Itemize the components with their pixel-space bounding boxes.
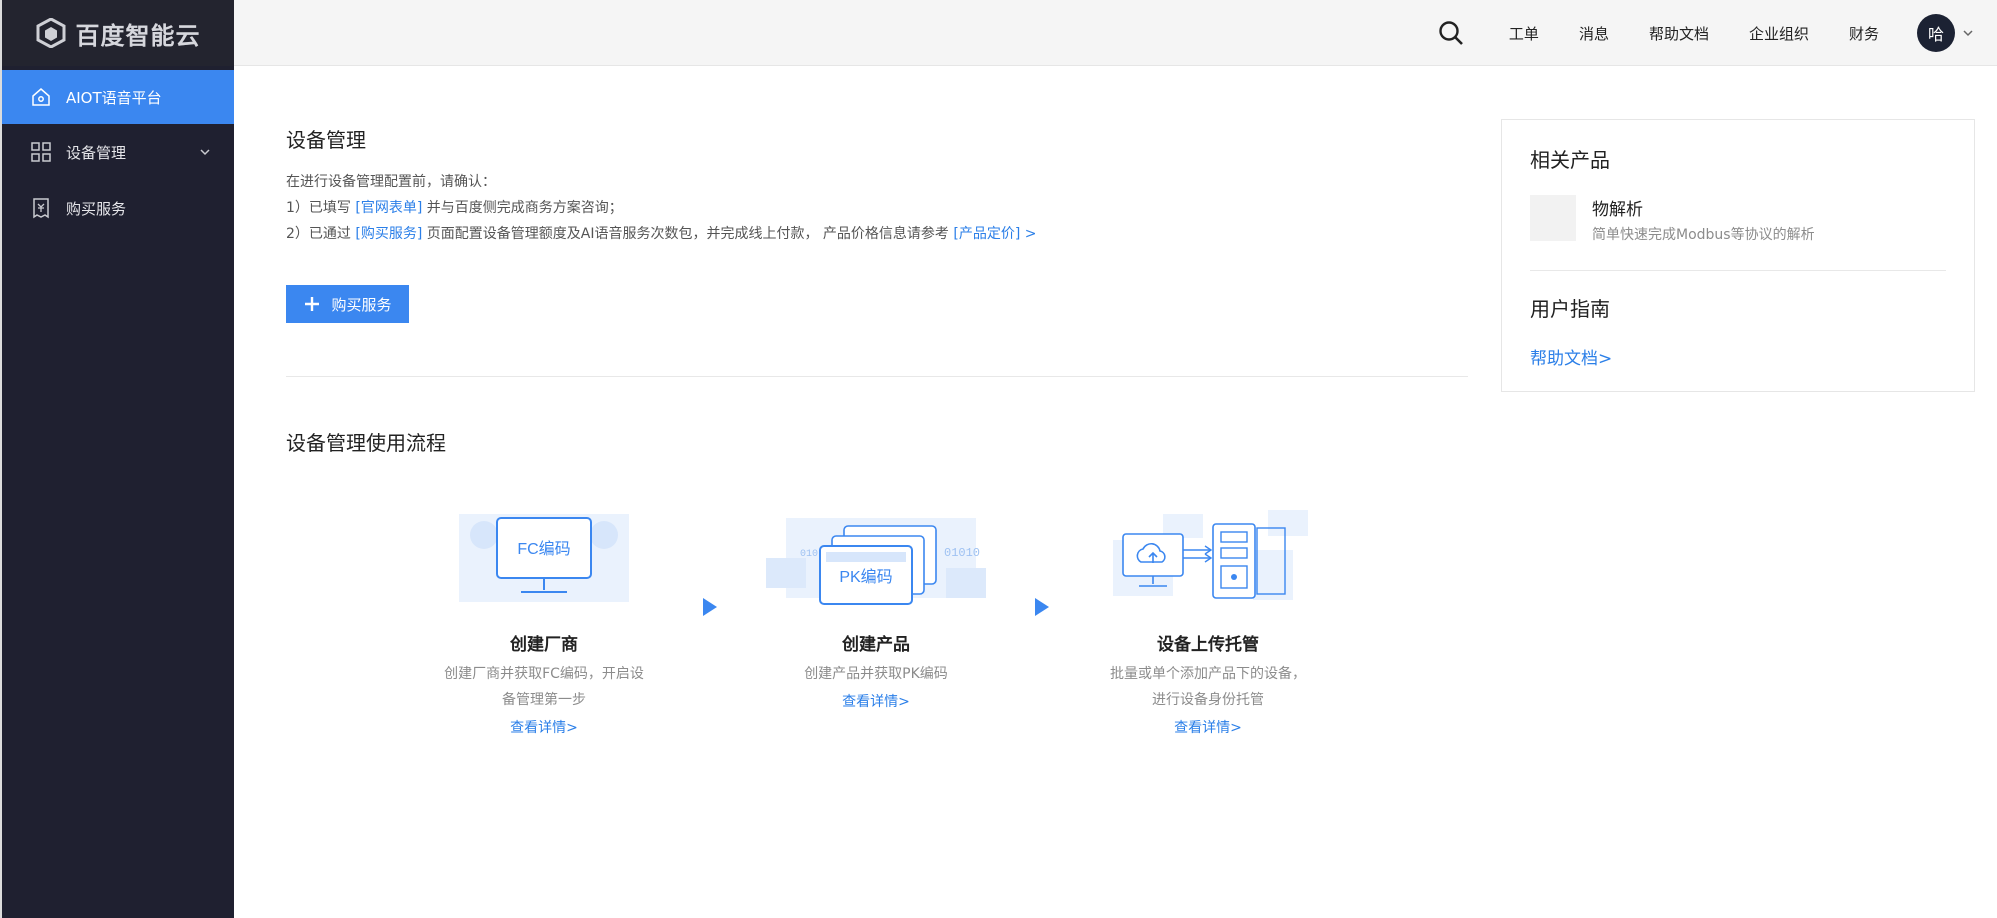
sidebar-item-device-management[interactable]: 设备管理: [2, 124, 234, 180]
home-icon: [32, 88, 50, 106]
top-link-finance[interactable]: 财务: [1849, 23, 1879, 44]
search-icon[interactable]: [1437, 19, 1465, 47]
chevron-down-icon[interactable]: [1961, 26, 1975, 40]
step-details-link[interactable]: 查看详情>: [429, 717, 659, 737]
cloud-server-illustration-icon: [1113, 510, 1308, 600]
product-name[interactable]: 物解析: [1592, 195, 1815, 220]
top-link-help-docs[interactable]: 帮助文档: [1649, 23, 1709, 44]
top-link-tickets[interactable]: 工单: [1509, 23, 1539, 44]
step-description: 创建厂商并获取FC编码，开启设备管理第一步: [444, 666, 644, 708]
intro-text: 在进行设备管理配置前，请确认：: [286, 174, 496, 190]
flow-arrow-icon: [703, 598, 717, 616]
page-title: 设备管理: [286, 128, 366, 152]
buy-service-button-label: 购买服务: [331, 296, 392, 314]
grid-icon: [31, 142, 51, 162]
prereq-line-2: 2）已通过 [购买服务] 页面配置设备管理额度及AI语音服务次数包，并完成线上付…: [286, 221, 1468, 247]
receipt-icon: [33, 198, 49, 219]
top-link-messages[interactable]: 消息: [1579, 23, 1609, 44]
user-guide-title: 用户指南: [1530, 297, 1610, 321]
chevron-down-icon[interactable]: [198, 145, 212, 159]
step-description: 批量或单个添加产品下的设备，进行设备身份托管: [1110, 666, 1306, 708]
svg-text:01010: 01010: [944, 546, 980, 560]
svg-text:010: 010: [800, 549, 818, 560]
related-panel: 相关产品 物解析 简单快速完成Modbus等协议的解析 用户指南 帮助文档>: [1501, 119, 1975, 392]
sidebar-item-label: AIOT语音平台: [66, 88, 162, 107]
step-upload-device: 设备上传托管 批量或单个添加产品下的设备，进行设备身份托管 查看详情>: [1093, 508, 1323, 737]
monitor-illustration-icon: FC编码: [459, 514, 629, 602]
sidebar-item-buy-service[interactable]: 购买服务: [2, 180, 234, 236]
divider: [286, 376, 1468, 377]
top-bar: 工单 消息 帮助文档 企业组织 财务 哈: [234, 0, 1997, 66]
step-name: 创建产品: [842, 635, 910, 655]
related-products-title: 相关产品: [1530, 148, 1610, 172]
flow-steps: FC编码 创建厂商 创建厂商并获取FC编码，开启设备管理第一步 查看详情> 01…: [286, 442, 1468, 742]
step-description: 创建产品并获取PK编码: [804, 666, 948, 682]
buy-service-button[interactable]: 购买服务: [286, 285, 409, 323]
sidebar-item-label: 购买服务: [66, 199, 127, 218]
step-create-product: 010 01010 PK编码 创建产品 创建产品并获取PK编码 查看详情>: [761, 508, 991, 711]
step-name: 创建厂商: [510, 635, 578, 655]
help-docs-link[interactable]: 帮助文档>: [1530, 344, 1946, 369]
product-description: 简单快速完成Modbus等协议的解析: [1592, 227, 1815, 243]
divider: [1530, 270, 1946, 271]
prereq-line-1-prefix: 1）已填写: [286, 200, 356, 216]
baidu-cloud-logo-icon: [36, 18, 65, 48]
sidebar: 百度智能云 AIOT语音平台 设备管理 购买服务: [0, 0, 234, 918]
brand-logo[interactable]: 百度智能云: [2, 0, 234, 66]
avatar[interactable]: 哈: [1917, 14, 1955, 52]
prerequisites: 在进行设备管理配置前，请确认： 1）已填写 [官网表单] 并与百度侧完成商务方案…: [286, 169, 1468, 247]
related-product-item[interactable]: 物解析 简单快速完成Modbus等协议的解析: [1530, 195, 1946, 244]
brand-name: 百度智能云: [75, 21, 201, 50]
step-details-link[interactable]: 查看详情>: [1093, 717, 1323, 737]
prereq-line-1-suffix: 并与百度侧完成商务方案咨询；: [422, 200, 623, 216]
pricing-link[interactable]: [产品定价] >: [953, 226, 1036, 242]
sidebar-item-label: 设备管理: [66, 143, 127, 162]
product-thumbnail: [1530, 195, 1576, 241]
official-form-link[interactable]: [官网表单]: [355, 200, 422, 216]
flow-arrow-icon: [1035, 598, 1049, 616]
sidebar-item-aiot-platform[interactable]: AIOT语音平台: [2, 70, 234, 124]
prereq-line-2-prefix: 2）已通过: [286, 226, 356, 242]
step-name: 设备上传托管: [1157, 635, 1259, 655]
top-link-organization[interactable]: 企业组织: [1749, 23, 1809, 44]
plus-icon: [305, 297, 320, 311]
buy-service-link[interactable]: [购买服务]: [355, 226, 422, 242]
main-content: 设备管理 在进行设备管理配置前，请确认： 1）已填写 [官网表单] 并与百度侧完…: [286, 66, 1468, 456]
pk-badge: PK编码: [839, 568, 892, 586]
step-create-vendor: FC编码 创建厂商 创建厂商并获取FC编码，开启设备管理第一步 查看详情>: [429, 508, 659, 737]
step-details-link[interactable]: 查看详情>: [761, 691, 991, 711]
prereq-line-1: 1）已填写 [官网表单] 并与百度侧完成商务方案咨询；: [286, 195, 1468, 221]
prereq-line-2-middle: 页面配置设备管理额度及AI语音服务次数包，并完成线上付款， 产品价格信息请参考: [422, 226, 954, 242]
fc-badge: FC编码: [517, 540, 570, 558]
product-cards-illustration-icon: 010 01010 PK编码: [766, 518, 986, 605]
